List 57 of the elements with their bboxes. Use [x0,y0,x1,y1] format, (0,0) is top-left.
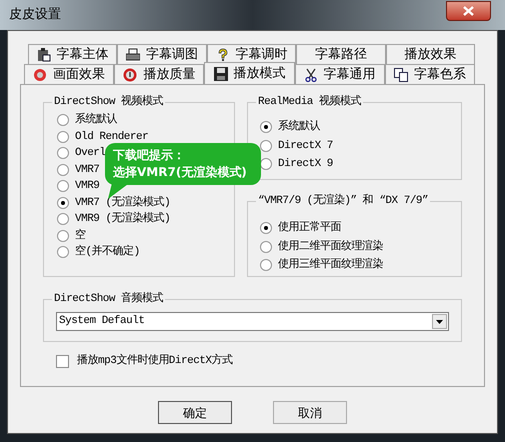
radio-button[interactable] [57,196,69,209]
window-title: 皮皮设置 [9,6,61,24]
radio-label: VMR9 (无渲染模式) [75,211,170,227]
question-icon [216,48,230,62]
printer-icon [126,48,140,62]
tab[interactable]: 字幕调图 [117,44,207,64]
radio-button[interactable] [57,130,69,143]
radio-label: DirectX 9 [278,157,333,172]
radio-button[interactable] [260,259,272,272]
radio-label: VMR7 [75,162,100,178]
clipboard-icon [36,48,51,62]
tooltip-text: 选择VMR7(无渲染模式) [113,164,248,181]
gear-icon [33,68,48,82]
radio-button[interactable] [57,230,69,242]
radio-label: 使用二维平面纹理渲染 [278,238,383,254]
radio-button[interactable] [57,180,69,192]
tab[interactable]: 字幕主体 [28,44,118,64]
radio-label: 使用三维平面纹理渲染 [278,257,383,273]
radio-label: 空 [75,228,86,244]
radio-button[interactable] [260,240,272,253]
audio-dropdown[interactable]: System Default [56,312,449,331]
tab[interactable]: 画面效果 [24,64,114,84]
scissors-icon [304,68,318,82]
checkbox-label: 播放mp3文件时使用DirectX方式 [77,353,233,369]
radio-button[interactable] [57,164,69,176]
radio-button[interactable] [57,147,69,160]
tab[interactable]: 播放质量 [114,64,204,84]
tab[interactable]: 播放模式 [204,62,295,84]
radio-button[interactable] [57,114,69,126]
dialog-button[interactable]: 确定 [158,401,232,424]
radio-label: 系统默认 [75,112,117,128]
tooltip-text: 下载吧提示： [113,147,186,164]
radio-label: 使用正常平面 [278,220,341,236]
dropdown-value: System Default [59,314,144,330]
radio-button[interactable] [260,140,272,152]
radio-button[interactable] [260,158,272,170]
gauge-icon [123,68,138,82]
radio-label: Overl [75,146,106,161]
radio-button[interactable] [57,246,69,258]
dialog-button[interactable]: 取消 [273,401,347,424]
tab[interactable]: 字幕色系 [384,64,476,84]
radio-label: 系统默认 [278,119,320,135]
copy-icon [394,68,408,82]
radio-button[interactable] [57,213,69,226]
radio-label: 空(并不确定) [75,244,140,260]
radio-label: Old Renderer [75,130,148,144]
close-icon [463,6,474,16]
radio-button[interactable] [260,222,272,234]
dropdown-arrow-icon [436,320,443,324]
radio-label: VMR9 [75,179,100,194]
radio-button[interactable] [260,121,272,134]
tab[interactable]: 播放效果 [386,44,476,64]
tab[interactable]: 字幕路径 [296,44,386,64]
close-button[interactable] [446,1,491,21]
checkbox[interactable] [56,354,69,368]
radio-label: DirectX 7 [278,138,333,154]
tab[interactable]: 字幕通用 [294,64,385,84]
